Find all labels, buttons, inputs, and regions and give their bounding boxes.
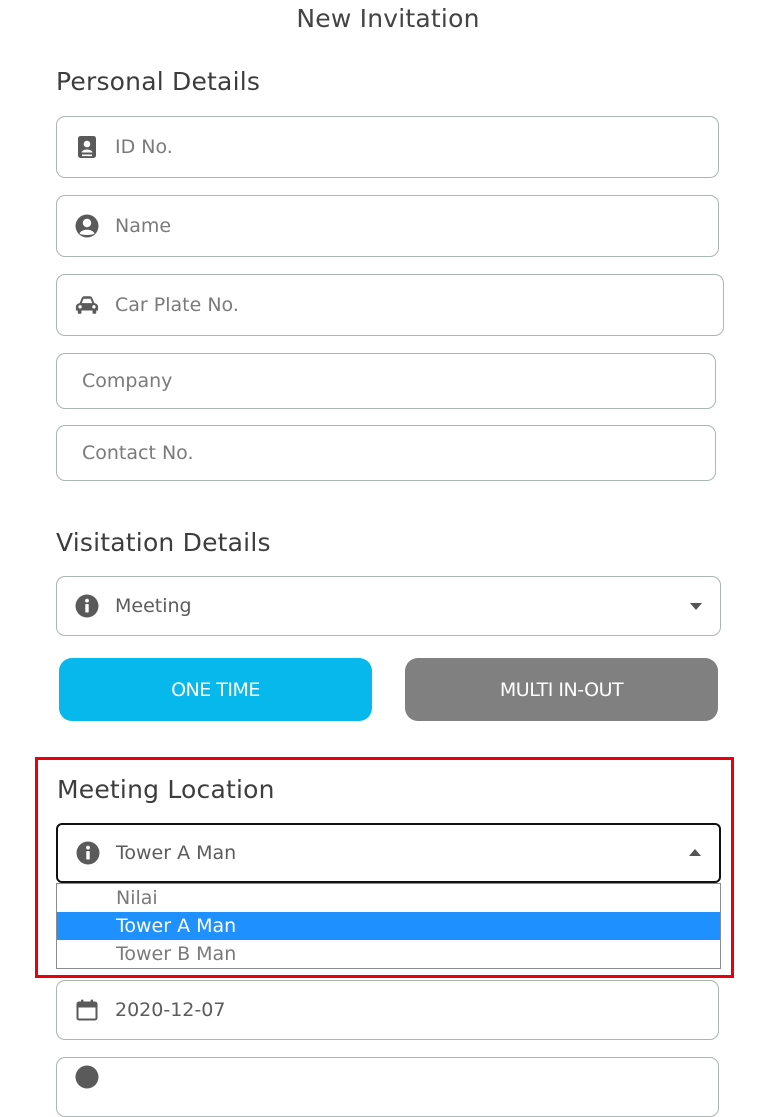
multi-in-out-button[interactable]: MULTI IN-OUT	[405, 658, 718, 721]
purpose-select[interactable]: Meeting	[56, 576, 721, 636]
dropdown-option-tower-b-man[interactable]: Tower B Man	[57, 940, 720, 968]
chevron-up-icon	[689, 849, 701, 856]
personal-details-heading: Personal Details	[56, 67, 261, 96]
clock-icon	[75, 1065, 99, 1089]
dropdown-option-tower-a-man[interactable]: Tower A Man	[57, 912, 720, 940]
visitation-details-heading: Visitation Details	[56, 528, 271, 557]
id-no-field[interactable]: ID No.	[56, 116, 719, 178]
page-title: New Invitation	[296, 4, 480, 33]
name-placeholder: Name	[115, 215, 172, 237]
car-plate-field[interactable]: Car Plate No.	[56, 274, 724, 336]
purpose-value: Meeting	[115, 595, 192, 617]
contact-no-placeholder: Contact No.	[82, 442, 194, 464]
id-no-placeholder: ID No.	[115, 136, 173, 158]
car-plate-placeholder: Car Plate No.	[115, 294, 239, 316]
info-icon	[76, 841, 100, 865]
chevron-down-icon	[690, 603, 702, 610]
meeting-location-heading: Meeting Location	[57, 775, 275, 804]
date-value: 2020-12-07	[115, 999, 226, 1021]
calendar-icon	[75, 998, 99, 1022]
date-field[interactable]: 2020-12-07	[56, 980, 719, 1040]
one-time-button[interactable]: ONE TIME	[59, 658, 372, 721]
company-placeholder: Company	[82, 370, 173, 392]
meeting-location-select[interactable]: Tower A Man	[56, 823, 721, 883]
meeting-location-dropdown: Nilai Tower A Man Tower B Man	[56, 883, 721, 969]
contact-no-field[interactable]: Contact No.	[56, 425, 716, 481]
meeting-location-value: Tower A Man	[116, 842, 237, 864]
info-icon	[75, 594, 99, 618]
id-card-icon	[75, 135, 99, 159]
name-field[interactable]: Name	[56, 195, 719, 257]
next-field[interactable]	[56, 1057, 719, 1117]
car-icon	[75, 293, 99, 317]
dropdown-option-nilai[interactable]: Nilai	[57, 884, 720, 912]
company-field[interactable]: Company	[56, 353, 716, 409]
user-circle-icon	[75, 214, 99, 238]
